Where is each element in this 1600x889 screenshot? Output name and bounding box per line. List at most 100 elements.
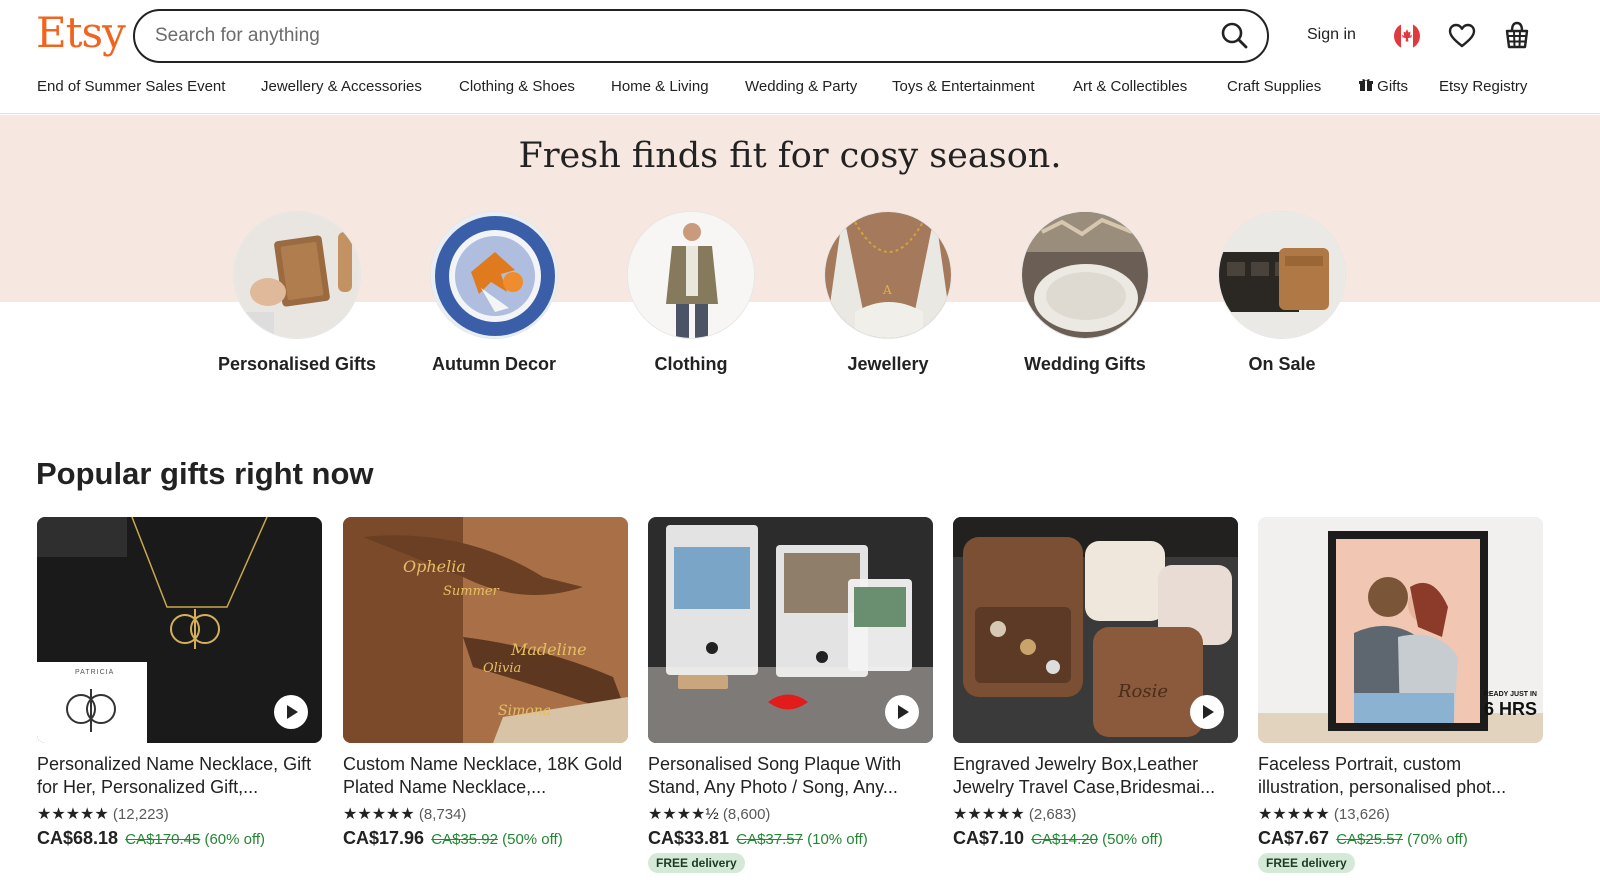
etsy-logo[interactable]: Etsy [36, 8, 126, 57]
price-row: CA$7.67 CA$25.57 (70% off) [1258, 828, 1543, 849]
category-label: Jewellery [847, 354, 929, 374]
search-icon[interactable] [1219, 20, 1251, 52]
nav-item-end-of-summer-sales[interactable]: End of Summer Sales Event [37, 78, 225, 95]
product-image[interactable]: Ophelia Summer Madeline Olivia Simona [343, 517, 628, 743]
category-image [1218, 211, 1346, 339]
play-video-button[interactable] [1190, 695, 1224, 729]
category-personalised-gifts[interactable]: Personalised Gifts [197, 211, 397, 376]
ready-overlay-line1: READY JUST IN [1483, 691, 1537, 698]
category-nav: End of Summer Sales Event Jewellery & Ac… [0, 74, 1600, 114]
star-rating-icon: ★★★★½ [648, 806, 719, 823]
nav-item-gifts-label: Gifts [1377, 78, 1409, 95]
price-row: CA$7.10 CA$14.20 (50% off) [953, 828, 1238, 849]
category-image [627, 211, 755, 339]
nav-item-gifts[interactable]: Gifts [1359, 78, 1408, 95]
nav-item-etsy-registry[interactable]: Etsy Registry [1439, 78, 1527, 95]
product-image[interactable] [648, 517, 933, 743]
category-clothing[interactable]: Clothing [591, 211, 791, 376]
product-card[interactable]: Rosie Engraved Jewelry Box,Leather Jewel… [953, 517, 1238, 849]
play-icon [898, 705, 909, 719]
product-title[interactable]: Personalised Song Plaque With Stand, Any… [648, 753, 933, 799]
category-wedding-gifts[interactable]: Wedding Gifts [985, 211, 1185, 376]
category-label: On Sale [1248, 354, 1316, 374]
section-title-popular-gifts: Popular gifts right now [36, 456, 374, 491]
nav-item-jewellery-accessories[interactable]: Jewellery & Accessories [261, 78, 422, 95]
star-rating-icon: ★★★★★ [343, 806, 415, 823]
nav-item-home-living[interactable]: Home & Living [611, 78, 709, 95]
sign-in-link[interactable]: Sign in [1307, 26, 1356, 44]
review-count: (2,683) [1028, 806, 1077, 823]
product-card[interactable]: Personalised Song Plaque With Stand, Any… [648, 517, 933, 873]
product-rating: ★★★★½ (8,600) [648, 804, 933, 824]
category-image: A [824, 211, 952, 339]
play-video-button[interactable] [885, 695, 919, 729]
svg-text:A: A [882, 283, 892, 297]
product-image[interactable]: READY JUST IN 6 HRS [1258, 517, 1543, 743]
nav-item-art-collectibles[interactable]: Art & Collectibles [1073, 78, 1187, 95]
product-title[interactable]: Engraved Jewelry Box,Leather Jewelry Tra… [953, 753, 1238, 799]
play-video-button[interactable] [274, 695, 308, 729]
sale-price: CA$68.18 [37, 828, 119, 848]
ready-overlay-line2: 6 HRS [1483, 699, 1537, 719]
review-count: (13,626) [1333, 806, 1390, 823]
nav-item-wedding-party[interactable]: Wedding & Party [745, 78, 857, 95]
price-row: CA$17.96 CA$35.92 (50% off) [343, 828, 628, 849]
category-label: Wedding Gifts [1024, 354, 1146, 374]
product-title[interactable]: Faceless Portrait, custom illustration, … [1258, 753, 1543, 799]
sale-price: CA$7.10 [953, 828, 1025, 848]
category-image [233, 211, 361, 339]
product-rating: ★★★★★ (13,626) [1258, 804, 1543, 824]
discount-label: (50% off) [502, 831, 563, 848]
discount-label: (60% off) [204, 831, 266, 848]
sale-price: CA$33.81 [648, 828, 730, 848]
svg-text:Madeline: Madeline [510, 640, 587, 659]
category-jewellery[interactable]: A Jewellery [788, 211, 988, 376]
category-on-sale[interactable]: On Sale [1182, 211, 1382, 376]
product-rating: ★★★★★ (8,734) [343, 804, 628, 824]
category-autumn-decor[interactable]: Autumn Decor [394, 211, 594, 376]
discount-label: (10% off) [807, 831, 868, 848]
product-card[interactable]: PATRICIA Personalized Name Necklace, Gif… [37, 517, 322, 849]
category-label: Clothing [654, 354, 728, 374]
category-label: Personalised Gifts [217, 354, 377, 374]
product-card[interactable]: READY JUST IN 6 HRS Faceless Portrait, c… [1258, 517, 1543, 873]
free-delivery-badge: FREE delivery [648, 853, 745, 873]
original-price: CA$25.57 [1336, 831, 1403, 848]
hero-title: Fresh finds fit for cosy season. [518, 136, 1062, 176]
product-card[interactable]: Ophelia Summer Madeline Olivia Simona Cu… [343, 517, 628, 849]
product-title[interactable]: Custom Name Necklace, 18K Gold Plated Na… [343, 753, 628, 799]
free-delivery-badge: FREE delivery [1258, 853, 1355, 873]
product-image[interactable]: PATRICIA [37, 517, 322, 743]
star-rating-icon: ★★★★★ [37, 806, 109, 823]
nav-item-craft-supplies[interactable]: Craft Supplies [1227, 78, 1321, 95]
product-thumb-label: PATRICIA [75, 669, 115, 676]
price-row: CA$33.81 CA$37.57 (10% off) [648, 828, 933, 849]
original-price: CA$35.92 [431, 831, 498, 848]
review-count: (8,600) [722, 806, 771, 823]
product-title[interactable]: Personalized Name Necklace, Gift for Her… [37, 753, 322, 799]
original-price: CA$170.45 [125, 831, 201, 848]
favorites-heart-icon[interactable] [1448, 22, 1476, 50]
sale-price: CA$7.67 [1258, 828, 1330, 848]
play-icon [287, 705, 298, 719]
play-icon [1203, 705, 1214, 719]
category-image [430, 211, 558, 339]
original-price: CA$37.57 [736, 831, 803, 848]
discount-label: (70% off) [1407, 831, 1468, 848]
svg-text:Simona: Simona [498, 703, 551, 719]
svg-text:Summer: Summer [443, 584, 500, 599]
product-image[interactable]: Rosie [953, 517, 1238, 743]
canada-flag-icon[interactable] [1394, 23, 1420, 49]
nav-item-toys-entertainment[interactable]: Toys & Entertainment [892, 78, 1035, 95]
star-rating-icon: ★★★★★ [953, 806, 1025, 823]
svg-text:Ophelia: Ophelia [403, 557, 466, 576]
original-price: CA$14.20 [1031, 831, 1098, 848]
product-rating: ★★★★★ (12,223) [37, 804, 322, 824]
product-rating: ★★★★★ (2,683) [953, 804, 1238, 824]
review-count: (12,223) [112, 806, 169, 823]
site-header: Etsy Sign in [0, 0, 1600, 70]
gift-icon [1359, 79, 1373, 91]
shopping-basket-icon[interactable] [1503, 20, 1531, 50]
search-input[interactable] [155, 23, 1155, 49]
nav-item-clothing-shoes[interactable]: Clothing & Shoes [459, 78, 575, 95]
